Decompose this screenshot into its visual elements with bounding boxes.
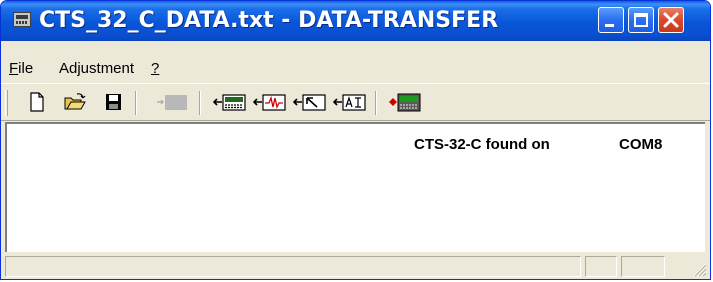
application-window: CTS_32_C_DATA.txt - DATA-TRANSFER File A… [0,0,711,280]
read-cursor-icon[interactable] [293,90,327,114]
toolbar [1,83,710,121]
status-panel-2 [585,256,617,277]
window-title: CTS_32_C_DATA.txt - DATA-TRANSFER [39,8,499,33]
content-area: CTS-32-C found on COM8 [5,122,705,252]
menu-file[interactable]: File [9,59,33,79]
device-status-label: CTS-32-C found on [414,136,550,153]
menu-adjustment-label: Adjustment [59,60,135,77]
transfer-disabled-icon [157,95,187,110]
read-signal-icon[interactable] [253,90,287,114]
minimize-button[interactable] [598,7,624,33]
menu-bar: File Adjustment ? [1,59,710,79]
menu-adjustment[interactable]: Adjustment [59,59,134,79]
resize-grip-icon[interactable] [689,259,707,277]
save-disk-icon[interactable] [101,90,125,114]
app-icon[interactable] [13,12,31,27]
close-button[interactable] [658,7,684,33]
maximize-button[interactable] [628,7,654,33]
menu-file-mnemonic: F [9,60,19,77]
close-icon [663,12,679,28]
new-file-icon[interactable] [25,90,49,114]
open-folder-icon[interactable] [63,90,87,114]
read-display-icon[interactable] [213,90,247,114]
minimize-icon [605,24,614,27]
send-device-icon[interactable] [387,90,421,114]
maximize-icon [634,13,648,27]
toolbar-separator [199,91,201,115]
com-port-label: COM8 [619,136,663,153]
menu-help-mnemonic: ? [151,60,160,77]
status-panel-main [5,256,581,277]
read-ai-icon[interactable] [333,90,367,114]
status-panel-3 [621,256,665,277]
menu-help[interactable]: ? [151,59,159,79]
status-bar [1,253,710,279]
toolbar-separator [135,91,137,115]
toolbar-separator [375,91,377,115]
menu-file-label: ile [18,60,34,77]
toolbar-grip[interactable] [5,90,8,116]
title-bar[interactable]: CTS_32_C_DATA.txt - DATA-TRANSFER [1,1,710,41]
